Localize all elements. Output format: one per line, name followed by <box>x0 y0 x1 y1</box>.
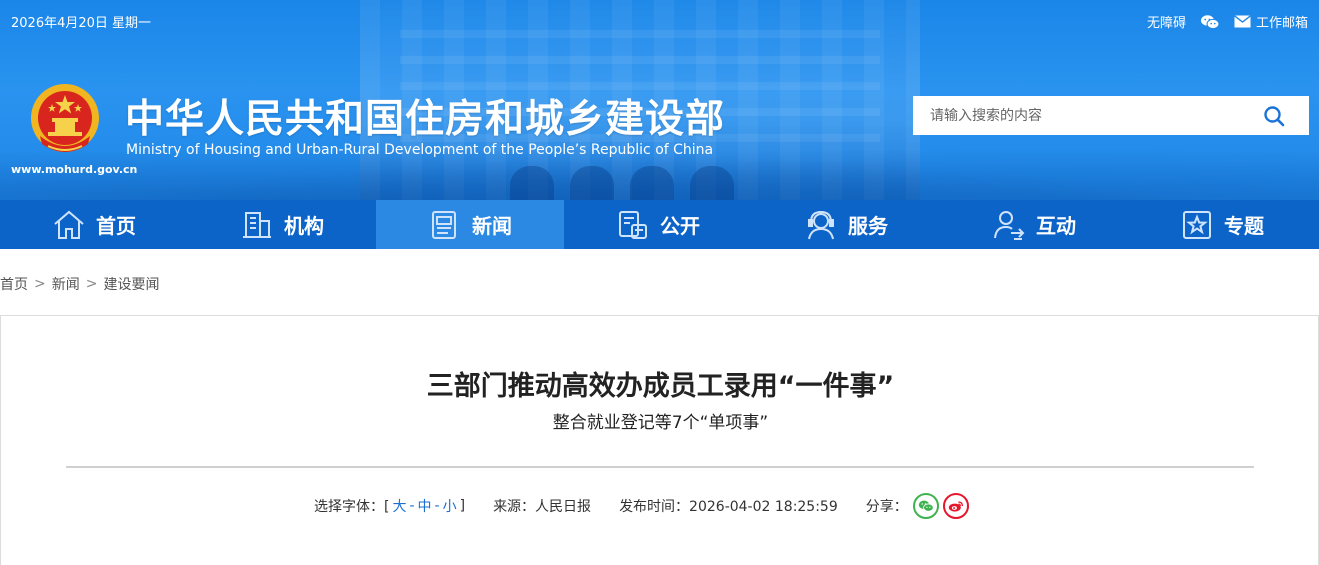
breadcrumb: 首页 > 新闻 > 建设要闻 <box>0 274 159 294</box>
article-panel: 三部门推动高效办成员工录用“一件事” 整合就业登记等7个“单项事” 选择字体：[… <box>0 315 1319 565</box>
news-icon <box>432 210 456 239</box>
national-emblem-logo[interactable] <box>28 82 102 160</box>
nav-item-topics[interactable]: 专题 <box>1128 200 1316 249</box>
breadcrumb-separator: > <box>85 276 98 292</box>
article-subtitle: 整合就业登记等7个“单项事” <box>552 413 769 433</box>
work-mail-link[interactable]: 工作邮箱 <box>1234 12 1308 31</box>
home-icon <box>54 210 84 239</box>
search-icon <box>1264 105 1285 126</box>
nav-item-home[interactable]: 首页 <box>0 200 188 249</box>
star-icon <box>1183 210 1211 239</box>
breadcrumb-news[interactable]: 新闻 <box>52 274 80 294</box>
nav-item-organization[interactable]: 机构 <box>188 200 376 249</box>
nav-item-service[interactable]: 服务 <box>752 200 940 249</box>
breadcrumb-construction-news[interactable]: 建设要闻 <box>103 274 159 294</box>
wechat-link[interactable] <box>1200 14 1220 30</box>
font-size-selector: 选择字体：[ 大 - 中 - 小 ] <box>314 496 466 516</box>
weibo-icon <box>948 501 963 512</box>
nav-item-news[interactable]: 新闻 <box>376 200 564 249</box>
font-small-button[interactable]: 小 <box>440 496 460 516</box>
site-header: 2026年4月20日 星期一 无障碍 工作邮箱 www.mohurd.gov.c… <box>0 0 1319 200</box>
search-button[interactable] <box>1239 96 1309 135</box>
title-divider <box>66 466 1254 468</box>
article-publish-time: 发布时间：2026-04-02 18:25:59 <box>619 499 838 515</box>
search-input[interactable] <box>913 96 1239 135</box>
mail-icon <box>1234 15 1251 28</box>
wechat-icon <box>1200 14 1220 29</box>
font-size-label: 选择字体：[ <box>314 499 390 515</box>
share-wechat-button[interactable] <box>912 493 939 519</box>
site-url: www.mohurd.gov.cn <box>11 163 138 176</box>
site-subtitle-english: Ministry of Housing and Urban-Rural Deve… <box>126 142 714 158</box>
article-meta: 选择字体：[ 大 - 中 - 小 ] 来源：人民日报 发布时间：2026-04-… <box>314 493 969 519</box>
main-nav: 首页 机构 新闻 公开 服务 互动 专题 <box>0 200 1319 249</box>
share-weibo-button[interactable] <box>942 493 969 519</box>
font-large-button[interactable]: 大 <box>389 496 409 516</box>
breadcrumb-home[interactable]: 首页 <box>0 274 28 294</box>
accessibility-link[interactable]: 无障碍 <box>1147 12 1186 31</box>
font-medium-button[interactable]: 中 <box>415 496 435 516</box>
interact-icon <box>994 210 1025 240</box>
site-title[interactable]: 中华人民共和国住房和城乡建设部 <box>125 88 725 144</box>
share-label: 分享： <box>865 499 908 515</box>
nav-item-interact[interactable]: 互动 <box>940 200 1128 249</box>
nav-item-public[interactable]: 公开 <box>564 200 752 249</box>
service-icon <box>808 210 834 239</box>
article-title: 三部门推动高效办成员工录用“一件事” <box>426 371 895 402</box>
building-icon <box>243 211 271 238</box>
breadcrumb-separator: > <box>34 276 46 292</box>
topbar-links: 无障碍 工作邮箱 <box>1147 12 1308 31</box>
article-source: 来源：人民日报 <box>493 499 592 515</box>
document-icon <box>619 210 647 239</box>
search-box <box>913 96 1309 135</box>
wechat-icon <box>918 500 934 512</box>
current-date: 2026年4月20日 星期一 <box>11 16 152 31</box>
